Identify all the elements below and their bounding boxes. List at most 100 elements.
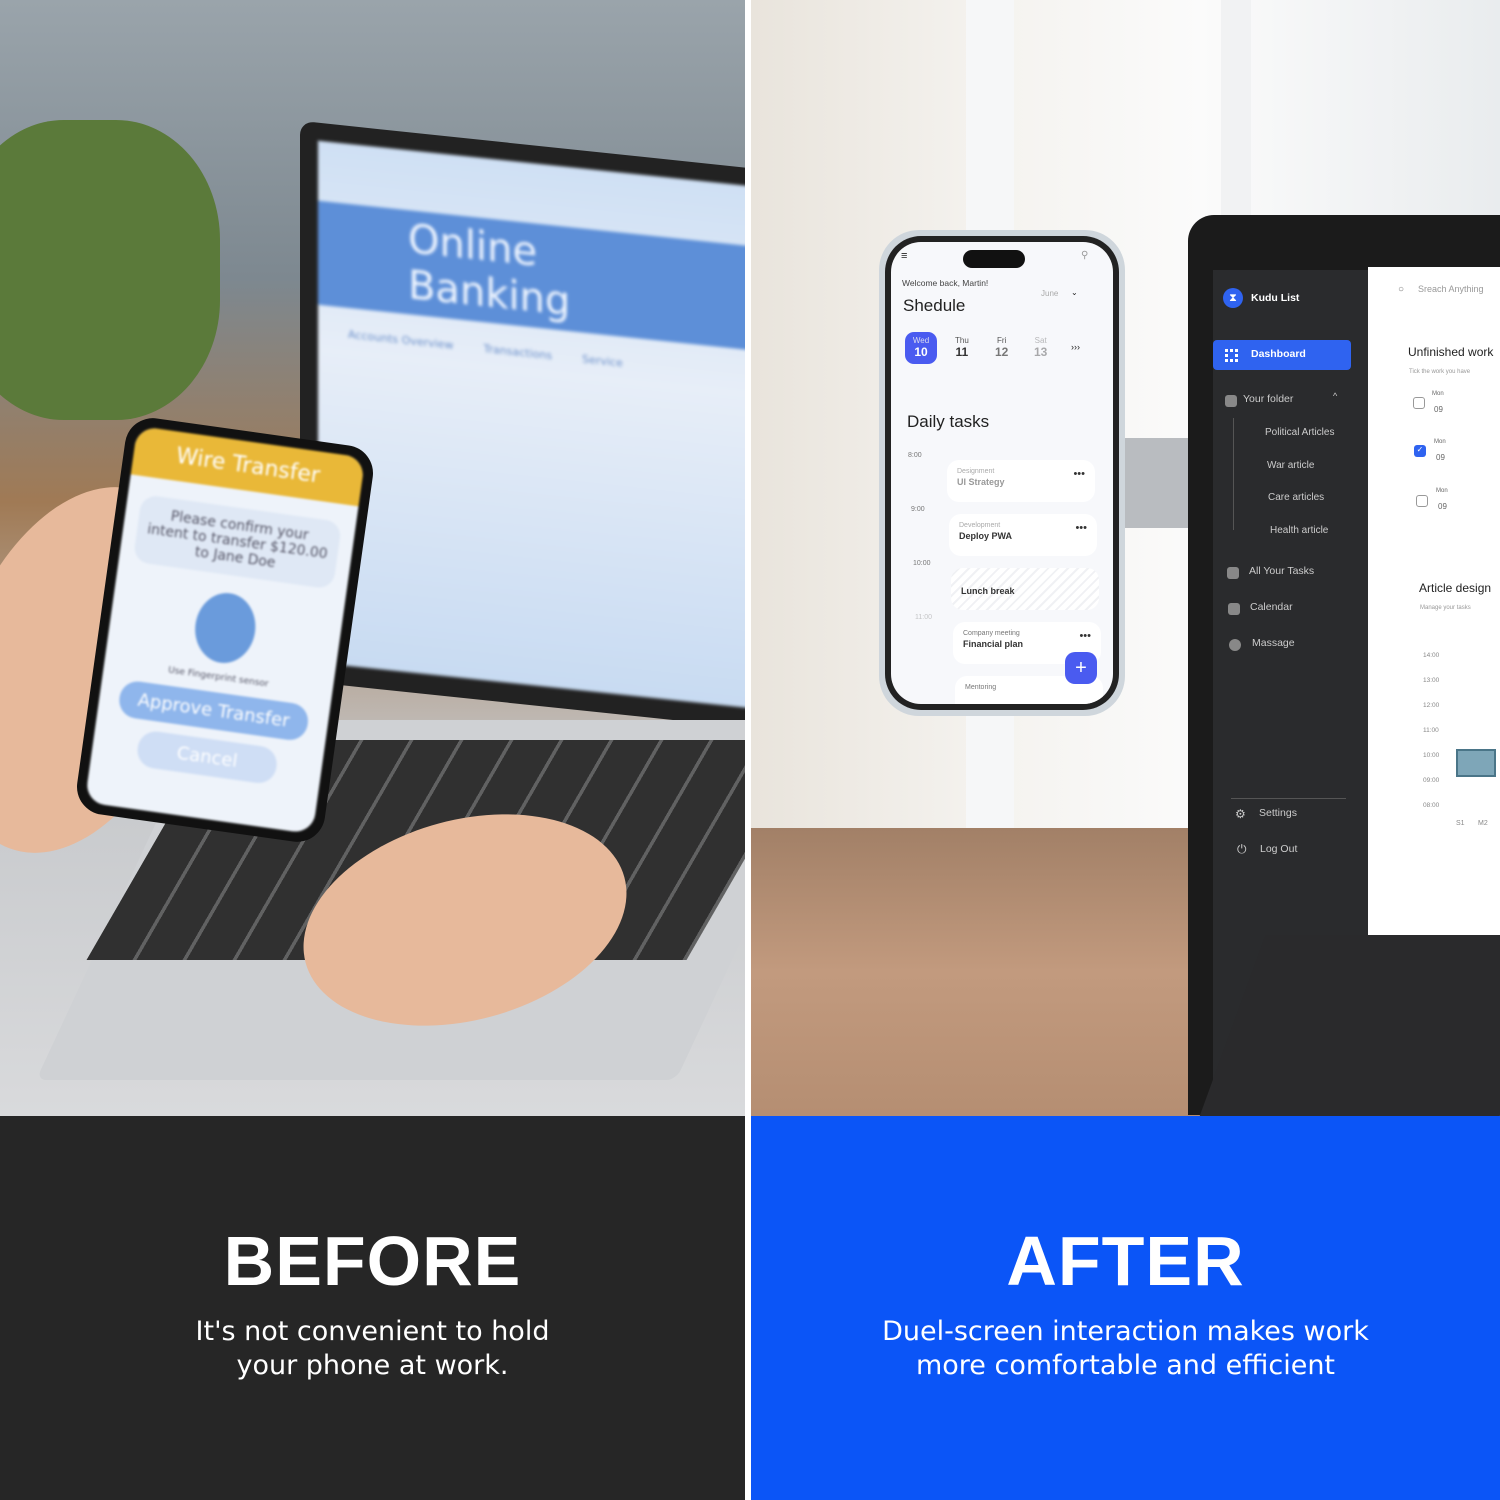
x-label: M2: [1478, 820, 1488, 827]
task-category: Designment: [957, 468, 995, 475]
nav-logout[interactable]: Log Out: [1260, 843, 1297, 855]
hour-label: 09:00: [1423, 777, 1440, 784]
more-icon[interactable]: •••: [1075, 522, 1087, 534]
before-text-line1: It's not convenient to hold: [195, 1316, 550, 1347]
unfinished-sub: Tick the work you have: [1409, 369, 1471, 375]
folder-icon: [1225, 395, 1237, 407]
separator: [1231, 798, 1346, 799]
banking-tab: Transactions: [483, 342, 553, 363]
chevron-down-icon[interactable]: ⌄: [1071, 288, 1078, 297]
next-days-button[interactable]: ›››: [1071, 342, 1080, 352]
work-num: 09: [1434, 405, 1443, 414]
day-selected[interactable]: Wed 10: [905, 332, 937, 364]
folder-item[interactable]: Care articles: [1268, 492, 1324, 503]
more-icon[interactable]: •••: [1079, 630, 1091, 642]
after-heading: AFTER: [1006, 1222, 1245, 1300]
day-num: 10: [914, 345, 928, 359]
banking-title: Online Banking: [318, 200, 745, 352]
work-dow: Mon: [1436, 488, 1448, 494]
work-dow: Mon: [1434, 439, 1446, 445]
task-name: Financial plan: [963, 639, 1024, 649]
hourglass-icon: ⧗: [1223, 288, 1243, 308]
plant: [0, 120, 220, 420]
day-num: 12: [995, 345, 1009, 359]
chevron-up-icon[interactable]: ^: [1333, 391, 1337, 401]
phone-mount: [1116, 438, 1198, 528]
brand-name: Kudu List: [1251, 292, 1300, 304]
add-task-button[interactable]: +: [1065, 652, 1097, 684]
task-name: Deploy PWA: [959, 531, 1013, 541]
day-dow: Sat: [1034, 336, 1047, 345]
month-select[interactable]: June: [1041, 289, 1058, 298]
more-icon[interactable]: •••: [1073, 468, 1085, 480]
welcome-text: Welcome back, Martin!: [902, 278, 989, 288]
work-num: 09: [1438, 502, 1447, 511]
x-label: S1: [1456, 820, 1465, 827]
mounted-phone: ≡ ⚲ Welcome back, Martin! Shedule June ⌄…: [879, 230, 1125, 716]
tree-line: [1233, 418, 1234, 530]
time-label: 10:00: [913, 560, 931, 567]
day[interactable]: Thu 11: [955, 336, 969, 359]
article-sub: Manage your tasks: [1420, 605, 1471, 611]
nav-message[interactable]: Massage: [1252, 637, 1295, 649]
power-icon: ⏻: [1237, 842, 1247, 856]
search-input[interactable]: Sreach Anything: [1418, 284, 1484, 294]
folder-item[interactable]: War article: [1267, 460, 1314, 471]
daily-tasks-title: Daily tasks: [907, 412, 990, 431]
task-card[interactable]: Development Deploy PWA •••: [949, 514, 1097, 556]
task-card[interactable]: Lunch break: [951, 568, 1099, 610]
nav-settings[interactable]: Settings: [1259, 807, 1297, 819]
task-category: Company meeting: [963, 630, 1020, 637]
day[interactable]: Fri 12: [995, 336, 1008, 359]
folder-item[interactable]: Health article: [1270, 525, 1328, 536]
before-text-line2: your phone at work.: [236, 1350, 509, 1381]
task-name: UI Strategy: [957, 477, 1005, 487]
search-icon: ○: [1398, 284, 1405, 295]
task-card[interactable]: Designment UI Strategy •••: [947, 460, 1095, 502]
day-num: 13: [1034, 345, 1048, 359]
banking-tab: Service: [582, 352, 623, 370]
after-text-line2: more comfortable and efficient: [915, 1350, 1336, 1381]
hour-label: 11:00: [1423, 727, 1439, 734]
before-heading: BEFORE: [223, 1222, 522, 1300]
nav-all-tasks[interactable]: All Your Tasks: [1249, 565, 1314, 577]
day[interactable]: Sat 13: [1034, 336, 1047, 359]
cancel-button[interactable]: Cancel: [135, 729, 280, 786]
calendar-icon: [1228, 603, 1240, 615]
article-title: Article design: [1419, 581, 1492, 595]
task-name: Lunch break: [961, 586, 1015, 596]
after-photo: ⧗ Kudu List Dashboard Your folder ^ Poli…: [751, 0, 1500, 1116]
checkbox-checked[interactable]: ✓: [1414, 445, 1426, 457]
hour-axis: 14:00 13:00 12:00 11:00 10:00 09:00 08:0…: [1423, 643, 1439, 818]
checkbox[interactable]: [1413, 397, 1425, 409]
folder-item[interactable]: Political Articles: [1265, 427, 1334, 438]
schedule-title: Shedule: [903, 296, 966, 315]
hour-label: 13:00: [1423, 677, 1440, 684]
work-dow: Mon: [1432, 391, 1444, 397]
time-label: 9:00: [911, 506, 925, 513]
message-icon: [1229, 639, 1241, 651]
unfinished-title: Unfinished work: [1408, 345, 1494, 359]
nav-dashboard[interactable]: Dashboard: [1213, 340, 1351, 370]
nav-calendar[interactable]: Calendar: [1250, 601, 1293, 613]
user-icon[interactable]: ⚲: [1081, 250, 1088, 261]
fingerprint-icon: [190, 589, 260, 667]
day-num: 11: [955, 345, 969, 359]
time-label: 11:00: [915, 614, 932, 621]
nav-label: Dashboard: [1251, 348, 1306, 360]
task-category: Mentoring: [965, 684, 997, 691]
time-label: 8:00: [908, 452, 922, 459]
menu-icon[interactable]: ≡: [901, 250, 907, 262]
before-caption: BEFORE It's not convenient to hold your …: [0, 1116, 745, 1500]
calendar-event[interactable]: [1456, 749, 1496, 777]
nav-your-folder[interactable]: Your folder: [1243, 393, 1293, 405]
banking-tab: Accounts Overview: [348, 327, 454, 352]
checkbox[interactable]: [1416, 495, 1428, 507]
task-category: Development: [959, 522, 1001, 529]
hour-label: 08:00: [1423, 802, 1440, 809]
hour-label: 12:00: [1423, 702, 1440, 709]
laptop-screen: Online Banking Accounts Overview Transac…: [300, 120, 745, 730]
day-dow: Wed: [912, 336, 930, 345]
after-text-line1: Duel-screen interaction makes work: [882, 1316, 1369, 1347]
gear-icon: ⚙: [1235, 807, 1246, 821]
